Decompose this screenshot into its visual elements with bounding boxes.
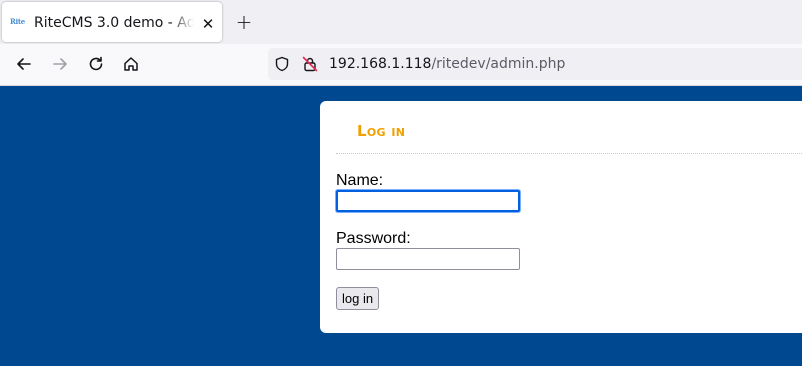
password-label: Password: <box>336 230 411 247</box>
back-button[interactable] <box>12 52 36 76</box>
new-tab-button[interactable]: + <box>232 12 256 32</box>
name-field[interactable] <box>336 190 520 212</box>
ritecms-favicon-icon: Rite <box>10 17 25 26</box>
url-path: /ritedev/admin.php <box>431 56 566 72</box>
tracking-protection-shield-icon[interactable] <box>274 56 290 72</box>
browser-tab[interactable]: Rite RiteCMS 3.0 demo - Admin ✕ <box>2 2 222 42</box>
navigation-bar: 192.168.1.118/ritedev/admin.php <box>0 44 802 86</box>
name-label: Name: <box>336 172 384 189</box>
reload-icon <box>89 56 103 71</box>
password-field[interactable] <box>336 248 520 270</box>
tab-strip: Rite RiteCMS 3.0 demo - Admin ✕ + <box>0 0 802 44</box>
back-arrow-icon <box>17 58 31 70</box>
login-panel: Log in Name: Password: log in <box>320 101 802 333</box>
url-host: 192.168.1.118 <box>329 56 432 72</box>
home-icon <box>124 57 138 71</box>
reload-button[interactable] <box>84 52 108 76</box>
insecure-lock-icon[interactable] <box>302 56 318 72</box>
page-title: Log in <box>357 122 406 140</box>
heading-divider <box>336 153 802 154</box>
login-button[interactable]: log in <box>336 287 380 310</box>
forward-arrow-icon <box>53 58 67 70</box>
forward-button[interactable] <box>48 52 72 76</box>
home-button[interactable] <box>119 52 143 76</box>
address-bar[interactable]: 192.168.1.118/ritedev/admin.php <box>268 48 802 80</box>
tab-close-button[interactable]: ✕ <box>198 14 218 34</box>
tab-title: RiteCMS 3.0 demo - Admin <box>34 15 194 31</box>
url-text[interactable]: 192.168.1.118/ritedev/admin.php <box>329 54 565 74</box>
